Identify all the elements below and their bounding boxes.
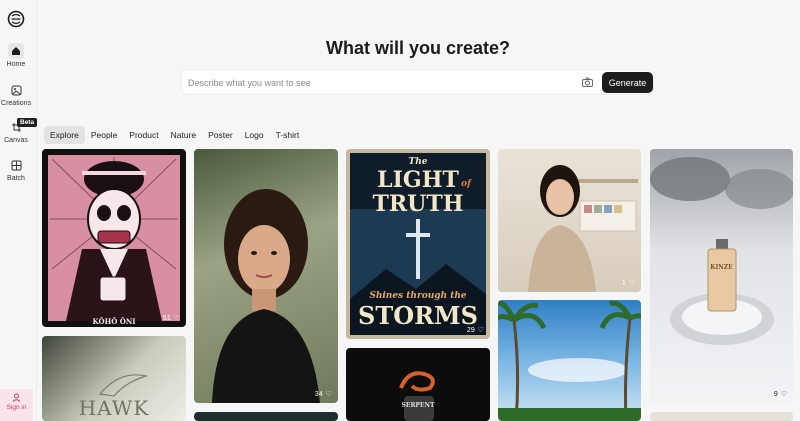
tab-logo[interactable]: Logo [239,126,270,144]
poster-subtitle: Shines through the [369,291,467,301]
beta-badge: Beta [17,118,38,127]
tab-nature[interactable]: Nature [165,126,203,144]
product-label: KINZE [710,264,733,271]
heart-icon: ♡ [628,280,635,287]
sidebar-item-label: Canvas [4,137,28,144]
sidebar: Home Creations Canvas Beta Batch Sign in [0,0,38,421]
generate-button[interactable]: Generate [602,72,653,93]
batch-icon [8,157,24,173]
heart-icon: ♡ [173,315,180,322]
signin-label: Sign in [6,404,27,411]
gallery-card-partial[interactable] [194,412,338,421]
like-number: 51 [162,314,171,322]
poster-title-of: of [461,179,471,189]
tab-poster[interactable]: Poster [202,126,239,144]
like-count[interactable]: 1 ♡ [621,279,635,288]
app-logo-icon[interactable] [7,10,25,28]
sidebar-item-batch[interactable]: Batch [0,157,32,182]
portrait-illustration [212,189,320,403]
like-count[interactable]: 34 ♡ [314,390,332,399]
like-number: 9 [773,390,778,398]
palm-illustration [498,300,641,421]
like-count[interactable]: 29 ♡ [466,326,484,335]
heart-icon: ♡ [477,327,484,334]
geisha-illustration [48,155,180,321]
like-count[interactable]: 51 ♡ [162,314,180,323]
interior-portrait-illustration [528,165,638,292]
like-number: 34 [314,390,323,398]
gallery-card-partial[interactable] [650,412,793,421]
gallery-card-serpent[interactable]: SERPENT [346,348,490,421]
gallery-card-light-of-truth[interactable]: The LIGHT of TRUTH Shines through the ST… [346,149,490,339]
page-title: What will you create? [325,38,511,58]
camera-icon[interactable] [581,76,594,89]
serpent-illustration [399,371,435,421]
like-number: 29 [466,326,475,334]
perfume-illustration [650,157,793,345]
image-icon [8,82,24,98]
sidebar-item-label: Batch [7,175,25,182]
tab-explore[interactable]: Explore [44,126,85,144]
poster-title-main-2: TRUTH [372,191,464,217]
tab-people[interactable]: People [85,126,123,144]
card-caption: SERPENT [401,402,435,409]
heart-icon: ♡ [780,391,787,398]
card-caption: HAWK [78,396,150,420]
like-count[interactable]: 9 ♡ [773,390,787,399]
tab-product[interactable]: Product [123,126,164,144]
signin-button[interactable]: Sign in [0,389,33,421]
gallery-card-palm-trees[interactable] [498,300,641,421]
poster-title-top: The [408,157,428,167]
gallery-card-perfume[interactable]: KINZE 9 ♡ [650,149,793,403]
gallery-card-woman-interior[interactable]: 1 ♡ [498,149,641,292]
category-tabs: Explore People Product Nature Poster Log… [44,126,305,144]
gallery-card-geisha[interactable]: KŌHŌ ŌNI 51 ♡ [42,149,186,327]
user-icon [12,393,21,402]
sidebar-item-label: Home [6,61,26,68]
sidebar-item-creations[interactable]: Creations [0,82,32,107]
sidebar-item-label: Creations [1,100,31,107]
gallery-card-hawk[interactable]: HAWK [42,336,186,421]
gallery-card-portrait-woman[interactable]: 34 ♡ [194,149,338,403]
prompt-input[interactable] [188,74,578,91]
like-number: 1 [621,279,626,287]
heart-icon: ♡ [325,391,332,398]
prompt-bar: Generate [181,69,654,95]
tab-tshirt[interactable]: T-shirt [270,126,306,144]
